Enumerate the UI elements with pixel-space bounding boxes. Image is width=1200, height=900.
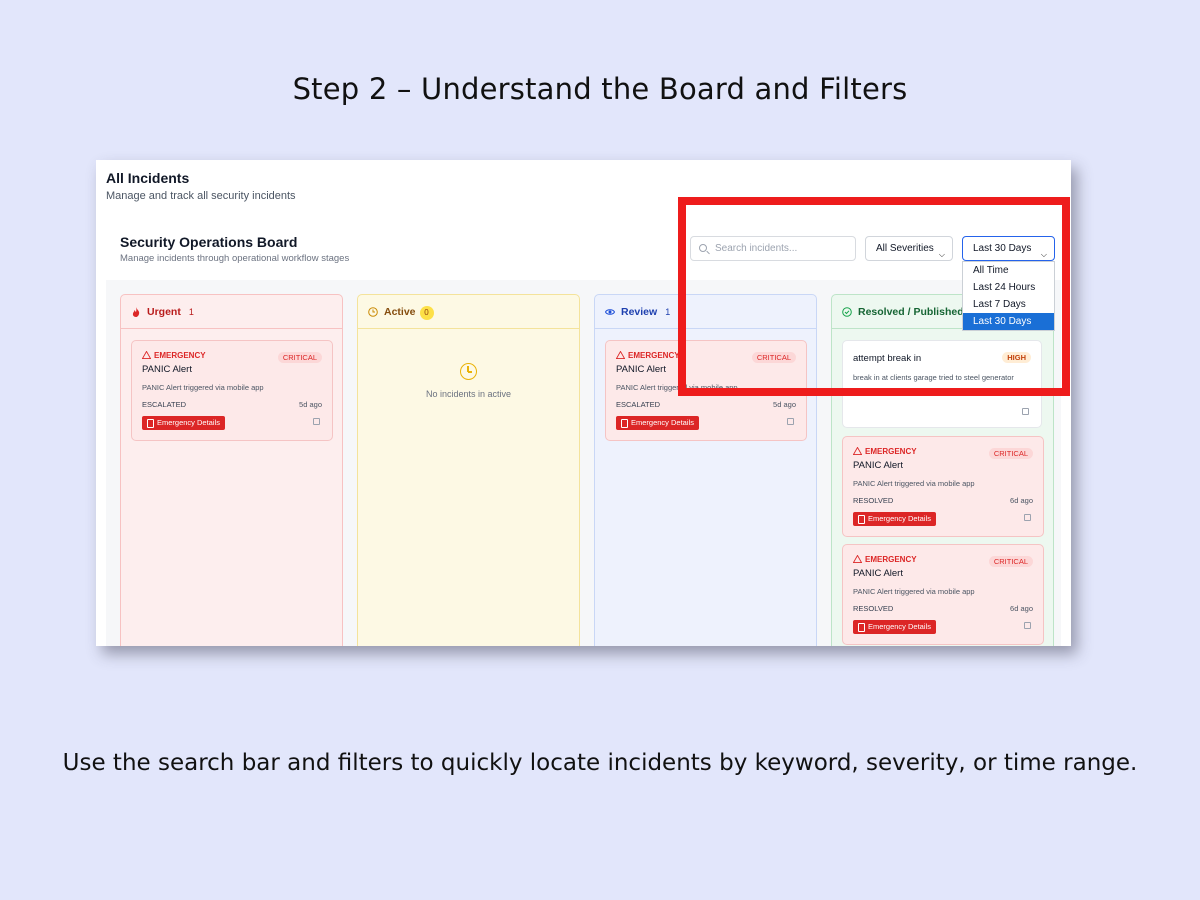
- column-header-review: Review 1: [595, 295, 816, 329]
- search-icon: [699, 244, 707, 252]
- column-resolved: Resolved / Published attempt break in HI…: [831, 294, 1054, 646]
- column-urgent: Urgent 1 EMERGENCY CRITICAL PANIC Alert P…: [120, 294, 343, 646]
- incident-type-label: EMERGENCY: [628, 351, 680, 360]
- incident-card[interactable]: attempt break in HIGH break in at client…: [842, 340, 1042, 428]
- emergency-details-button[interactable]: Emergency Details: [853, 512, 936, 526]
- incident-type-label: EMERGENCY: [865, 555, 917, 564]
- incident-title: PANIC Alert: [142, 364, 192, 375]
- incident-type-label: EMERGENCY: [154, 351, 206, 360]
- time-option-last-7-days[interactable]: Last 7 Days: [963, 296, 1054, 313]
- external-link-icon[interactable]: [1024, 622, 1031, 629]
- clock-icon: [460, 363, 477, 380]
- column-count: 1: [188, 307, 194, 317]
- external-link-icon[interactable]: [1022, 408, 1029, 415]
- column-label: Resolved / Published: [858, 306, 964, 318]
- severity-select-value: All Severities: [876, 243, 934, 254]
- incident-type: EMERGENCY: [616, 351, 680, 360]
- incident-status: ESCALATED: [142, 400, 187, 409]
- board: Security Operations Board Manage inciden…: [106, 218, 1061, 646]
- emergency-details-button[interactable]: Emergency Details: [853, 620, 936, 634]
- column-active: Active 0 No incidents in active: [357, 294, 580, 646]
- incident-title: PANIC Alert: [616, 364, 666, 375]
- time-range-select[interactable]: Last 30 Days ⌵: [962, 236, 1055, 261]
- warning-icon: [142, 351, 151, 359]
- page-subtitle: Manage and track all security incidents: [106, 190, 296, 202]
- warning-icon: [853, 447, 862, 455]
- warning-icon: [616, 351, 625, 359]
- time-range-dropdown: All Time Last 24 Hours Last 7 Days Last …: [962, 261, 1055, 331]
- flame-icon: [132, 307, 140, 317]
- incident-card[interactable]: EMERGENCY CRITICAL PANIC Alert PANIC Ale…: [842, 436, 1044, 537]
- column-label: Review: [621, 306, 658, 318]
- chevron-down-icon: ⌵: [938, 250, 945, 259]
- incident-age: 6d ago: [1010, 496, 1033, 505]
- column-header-active: Active 0: [358, 295, 579, 329]
- incident-title: PANIC Alert: [853, 460, 903, 471]
- incident-card[interactable]: EMERGENCY CRITICAL PANIC Alert PANIC Ale…: [131, 340, 333, 441]
- incident-title: attempt break in: [853, 353, 922, 364]
- incident-card[interactable]: EMERGENCY CRITICAL PANIC Alert PANIC Ale…: [842, 544, 1044, 645]
- incident-title: PANIC Alert: [853, 568, 903, 579]
- clock-icon: [368, 307, 378, 317]
- search-placeholder: Search incidents...: [715, 243, 798, 254]
- screenshot-frame: All Incidents Manage and track all secur…: [96, 160, 1071, 646]
- incident-type: EMERGENCY: [853, 447, 917, 456]
- severity-badge: CRITICAL: [277, 352, 322, 363]
- incident-type: EMERGENCY: [142, 351, 206, 360]
- external-link-icon[interactable]: [1024, 514, 1031, 521]
- incident-status: ESCALATED: [616, 400, 661, 409]
- column-review: Review 1 EMERGENCY CRITICAL PANIC Alert P…: [594, 294, 817, 646]
- time-range-select-value: Last 30 Days: [973, 243, 1032, 254]
- severity-badge: CRITICAL: [988, 448, 1033, 459]
- eye-icon: [605, 309, 615, 315]
- column-header-urgent: Urgent 1: [121, 295, 342, 329]
- incident-age: 5d ago: [773, 400, 796, 409]
- warning-icon: [853, 555, 862, 563]
- column-label: Active: [384, 306, 416, 318]
- incident-description: PANIC Alert triggered via mobile app: [616, 383, 738, 392]
- incident-status: RESOLVED: [853, 604, 894, 613]
- severity-badge: CRITICAL: [988, 556, 1033, 567]
- incident-card[interactable]: EMERGENCY CRITICAL PANIC Alert PANIC Ale…: [605, 340, 807, 441]
- board-subtitle: Manage incidents through operational wor…: [120, 253, 350, 264]
- emergency-details-button[interactable]: Emergency Details: [142, 416, 225, 430]
- slide-caption: Use the search bar and filters to quickl…: [62, 750, 1138, 776]
- check-circle-icon: [842, 307, 852, 317]
- search-input[interactable]: Search incidents...: [690, 236, 856, 261]
- time-option-all-time[interactable]: All Time: [963, 262, 1054, 279]
- incident-type: EMERGENCY: [853, 555, 917, 564]
- column-count: 0: [419, 306, 434, 320]
- incident-status: RESOLVED: [853, 496, 894, 505]
- board-header: Security Operations Board Manage inciden…: [106, 218, 1061, 331]
- incident-description: PANIC Alert triggered via mobile app: [853, 587, 975, 596]
- external-link-icon[interactable]: [313, 418, 320, 425]
- severity-select[interactable]: All Severities ⌵: [865, 236, 953, 261]
- page-title: All Incidents: [106, 170, 190, 186]
- slide-title: Step 2 – Understand the Board and Filter…: [292, 72, 908, 106]
- empty-state-text: No incidents in active: [425, 389, 512, 399]
- column-count: 1: [665, 307, 671, 317]
- column-label: Urgent: [147, 306, 181, 318]
- emergency-details-button[interactable]: Emergency Details: [616, 416, 699, 430]
- severity-badge: CRITICAL: [751, 352, 796, 363]
- time-option-last-30-days[interactable]: Last 30 Days: [963, 313, 1054, 330]
- incident-age: 6d ago: [1010, 604, 1033, 613]
- incident-description: PANIC Alert triggered via mobile app: [853, 479, 975, 488]
- incident-description: PANIC Alert triggered via mobile app: [142, 383, 264, 392]
- incident-description: break in at clients garage tried to stee…: [853, 373, 1014, 382]
- external-link-icon[interactable]: [787, 418, 794, 425]
- time-option-last-24-hours[interactable]: Last 24 Hours: [963, 279, 1054, 296]
- board-title: Security Operations Board: [120, 234, 298, 250]
- incident-age: 5d ago: [299, 400, 322, 409]
- incident-type-label: EMERGENCY: [865, 447, 917, 456]
- severity-badge: HIGH: [1002, 352, 1031, 363]
